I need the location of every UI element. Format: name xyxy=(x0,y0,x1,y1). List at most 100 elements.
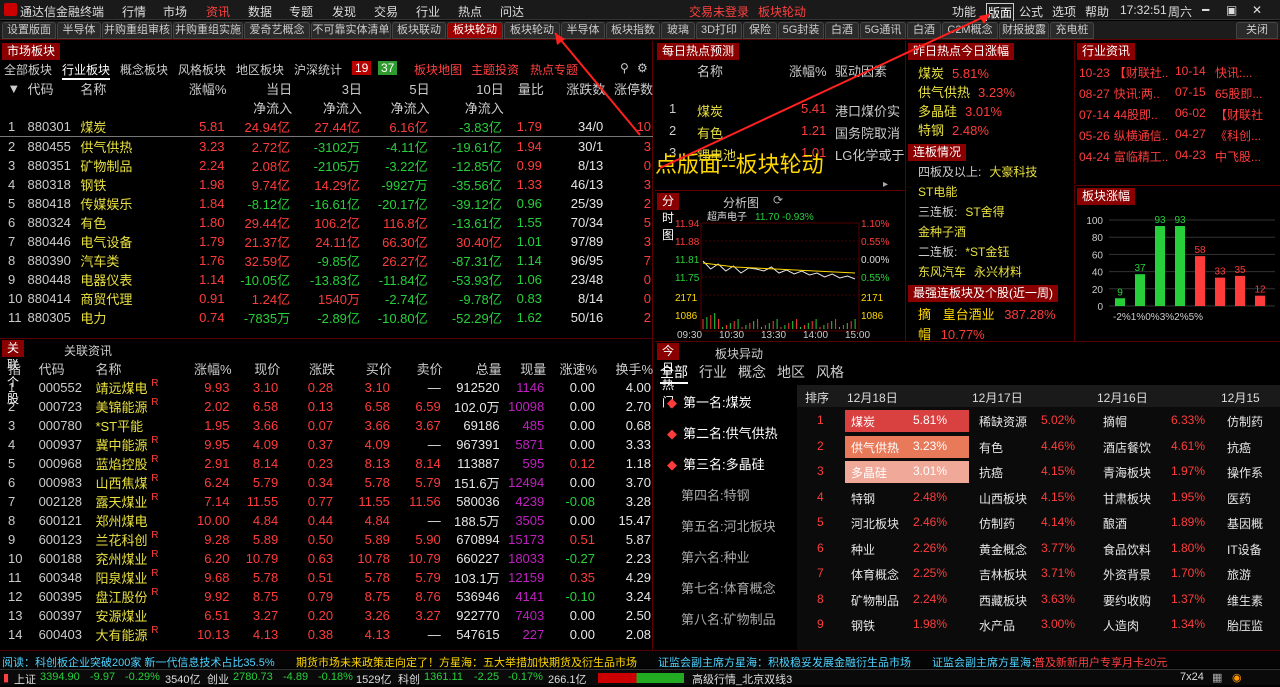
ticker-item-3[interactable]: 证监会副主席方星海：积极稳妥发展金融衍生品市场 xyxy=(658,654,911,670)
today-grid-row[interactable]: 6 种业 2.26% 黄金概念 3.77% 食品饮料 1.80% IT设备 xyxy=(797,537,1280,561)
layout-tab-1[interactable]: 半导体 xyxy=(57,22,101,39)
sector-col-6[interactable]: 10日 xyxy=(430,79,503,98)
menu-news[interactable]: 资讯 xyxy=(206,3,230,20)
grid-cell-today[interactable]: 体育概念 2.25% xyxy=(845,563,969,585)
sector-row[interactable]: 1 880301 煤炭 5.81 24.94亿 27.44亿 6.16亿 -3.83亿 1.79… xyxy=(0,117,653,137)
menu-market[interactable]: 市场 xyxy=(163,3,187,20)
stock-row[interactable]: 9 600123 兰花科创 R 9.28 5.89 0.50 5.89 5.90 670894 15… xyxy=(0,530,653,549)
link-theme-invest[interactable]: 主题投资 xyxy=(471,61,519,78)
sector-row[interactable]: 8 880390 汽车类 1.76 32.59亿 -9.85亿 26.27亿 -87.31亿 1… xyxy=(0,251,653,270)
stock-row[interactable]: 12 600395 盘江股份 R 9.92 8.75 0.79 8.75 8.76 536946 4… xyxy=(0,587,653,606)
ticker-item-4[interactable]: 证监会副主席方星海： xyxy=(932,654,1042,670)
stock-col-5[interactable]: 涨跌 xyxy=(280,358,335,378)
layout-tab-21[interactable]: 关闭 xyxy=(1236,22,1278,39)
grid-cell-today[interactable]: 钢铁 1.98% xyxy=(845,614,969,636)
current-layout[interactable]: 板块轮动 xyxy=(758,3,806,20)
today-grid-row[interactable]: 4 特钢 2.48% 山西板块 4.15% 甘肃板块 1.95% 医药 xyxy=(797,486,1280,510)
intraday-chart[interactable]: 超声电子 11.70 -0.93% 11.94 11.88 11.81 11.75 2171… xyxy=(655,211,905,341)
scroll-right-icon[interactable]: ▸ xyxy=(883,179,888,190)
menu-industry[interactable]: 行业 xyxy=(416,3,440,20)
rank-item[interactable]: ◆ 第二名:供气供热 xyxy=(667,423,778,442)
tab-analysis[interactable]: 分析图 xyxy=(723,194,759,211)
ticker-item-2[interactable]: 期货市场未来政策走向定了！方星海：五大举措加快期货及衍生品市场 xyxy=(296,654,637,670)
board-row[interactable]: 三连板: ST舍得 xyxy=(918,203,1005,220)
tab-related-news[interactable]: 关联资讯 xyxy=(64,342,112,359)
news-headline[interactable]: 快讯:... xyxy=(1215,64,1252,81)
hot-row[interactable]: 供气供热 3.23% xyxy=(918,82,1015,101)
board-row[interactable]: 金种子酒 xyxy=(918,223,974,240)
sector-row[interactable]: 3 880351 矿物制品 2.24 2.08亿 -2105万 -3.22亿 -12.85亿 0… xyxy=(0,156,653,175)
forecast-row[interactable]: 1 煤炭 5.41 港口煤价实 xyxy=(655,101,905,121)
layout-tab-20[interactable]: 充电桩 xyxy=(1050,22,1094,39)
news-headline[interactable]: 快讯:两.. xyxy=(1114,87,1160,101)
sector-row[interactable]: 11 880305 电力 0.74 -7835万 -2.89亿 -10.80亿 -52.29亿… xyxy=(0,308,653,327)
board-row[interactable]: 二连板: *ST金钰 xyxy=(918,243,1009,260)
today-grid-row[interactable]: 9 钢铁 1.98% 水产品 3.00% 人造肉 1.34% 胎压监 xyxy=(797,613,1280,637)
layout-tab-12[interactable]: 3D打印 xyxy=(696,22,742,39)
today-grid-row[interactable]: 3 多晶硅 3.01% 抗癌 4.15% 青海板块 1.97% 操作系 xyxy=(797,460,1280,484)
link-hot-topics[interactable]: 热点专题 xyxy=(530,61,578,78)
board-row[interactable]: 东风汽车 永兴材料 xyxy=(918,263,1022,280)
news-headline[interactable]: 纵横通信.. xyxy=(1114,129,1169,143)
sort-icon[interactable]: ▼ xyxy=(0,79,28,98)
rank-item[interactable]: ◆ 第三名:多晶硅 xyxy=(667,454,765,473)
strongest-row-1[interactable]: 摘 皇台酒业 387.28% xyxy=(918,304,1056,323)
sector-col-5[interactable]: 5日 xyxy=(362,79,429,98)
menu-discover[interactable]: 发现 xyxy=(332,3,356,20)
close-icon[interactable]: ✕ xyxy=(1252,3,1262,17)
stock-col-7[interactable]: 卖价 xyxy=(392,358,443,378)
tab-sector-movers[interactable]: 板块异动 xyxy=(715,345,763,362)
news-ticker[interactable]: 阅读：科创板企业突破200家 新一代信息技术占比35.5% 期货市场未来政策走向… xyxy=(0,650,1280,670)
sector-row[interactable]: 10 880414 商贸代理 0.91 1.24亿 1540万 -2.74亿 -9.78亿 0.… xyxy=(0,289,653,308)
news-7x24[interactable]: 7x24 xyxy=(1180,671,1204,683)
tab-all-sectors[interactable]: 全部板块 xyxy=(4,61,52,78)
filter-style[interactable]: 风格 xyxy=(816,362,844,382)
news-headline[interactable]: 【财联社 xyxy=(1215,106,1263,123)
tab-region-sectors[interactable]: 地区板块 xyxy=(236,61,284,78)
layout-tab-11[interactable]: 玻璃 xyxy=(661,22,695,39)
filter-concept[interactable]: 概念 xyxy=(738,362,766,382)
sector-row[interactable]: 6 880324 有色 1.80 29.44亿 106.2亿 116.8亿 -13.61亿 1.… xyxy=(0,213,653,232)
minimize-icon[interactable]: ━ xyxy=(1202,3,1209,17)
hot-row[interactable]: 煤炭 5.81% xyxy=(918,63,989,82)
tab-intraday[interactable]: 分时图 xyxy=(657,193,680,242)
layout-tab-5[interactable]: 不可靠实体清单 xyxy=(311,22,391,39)
sector-col-8[interactable]: 涨跌数 xyxy=(544,79,605,98)
filter-all[interactable]: 全部 xyxy=(660,362,688,384)
tab-concept-sectors[interactable]: 概念板块 xyxy=(120,61,168,78)
grid-cell-today[interactable]: 种业 2.26% xyxy=(845,538,969,560)
stock-col-0[interactable]: 指 xyxy=(0,358,39,378)
rank-item[interactable]: 第五名:河北板块 xyxy=(681,516,776,535)
filter-region[interactable]: 地区 xyxy=(777,362,805,382)
tab-today-hot[interactable]: 今日热门 xyxy=(657,343,680,409)
stock-col-8[interactable]: 总量 xyxy=(443,358,502,378)
sector-col-2[interactable]: 涨幅% xyxy=(163,79,227,98)
filter-industry[interactable]: 行业 xyxy=(699,362,727,382)
stock-row[interactable]: 1 000552 靖远煤电 R 9.93 3.10 0.28 3.10 — 912520 1146 0… xyxy=(0,378,653,397)
tab-industry-sectors[interactable]: 行业板块 xyxy=(62,61,111,80)
tab-style-sectors[interactable]: 风格板块 xyxy=(178,61,226,78)
grid-cell-today[interactable]: 矿物制品 2.24% xyxy=(845,589,969,611)
news-row[interactable]: 07-14 44股即.. 06-02 【财联社 xyxy=(1079,106,1279,123)
menu-formula[interactable]: 公式 xyxy=(1019,3,1043,20)
stock-col-9[interactable]: 现量 xyxy=(502,358,546,378)
stock-col-11[interactable]: 换手% xyxy=(597,358,653,378)
menu-topic[interactable]: 专题 xyxy=(289,3,313,20)
stock-row[interactable]: 13 600397 安源煤业 6.51 3.27 0.20 3.26 3.27 922770 74… xyxy=(0,606,653,625)
grid-cell-today[interactable]: 煤炭 5.81% xyxy=(845,410,969,432)
layout-tab-4[interactable]: 爱奇艺概念 xyxy=(244,22,310,39)
layout-tab-16[interactable]: 5G通讯 xyxy=(860,22,906,39)
layout-tab-3[interactable]: 并购重组实施 xyxy=(173,22,243,39)
stock-col-6[interactable]: 买价 xyxy=(335,358,392,378)
rank-item[interactable]: ◆ 第一名:煤炭 xyxy=(667,392,752,411)
rank-item[interactable]: 第六名:种业 xyxy=(681,547,750,566)
link-sector-map[interactable]: 板块地图 xyxy=(414,61,462,78)
layout-tab-7[interactable]: 板块轮动 xyxy=(447,22,503,39)
sector-col-1[interactable]: 名称 xyxy=(80,79,163,98)
news-headline[interactable]: 65股即... xyxy=(1215,85,1262,102)
grid-cell-today[interactable]: 多晶硅 3.01% xyxy=(845,461,969,483)
news-headline[interactable]: 《科创... xyxy=(1215,127,1261,144)
menu-data[interactable]: 数据 xyxy=(248,3,272,20)
maximize-icon[interactable]: ▣ xyxy=(1226,3,1237,17)
news-headline[interactable]: 44股即.. xyxy=(1114,108,1158,122)
